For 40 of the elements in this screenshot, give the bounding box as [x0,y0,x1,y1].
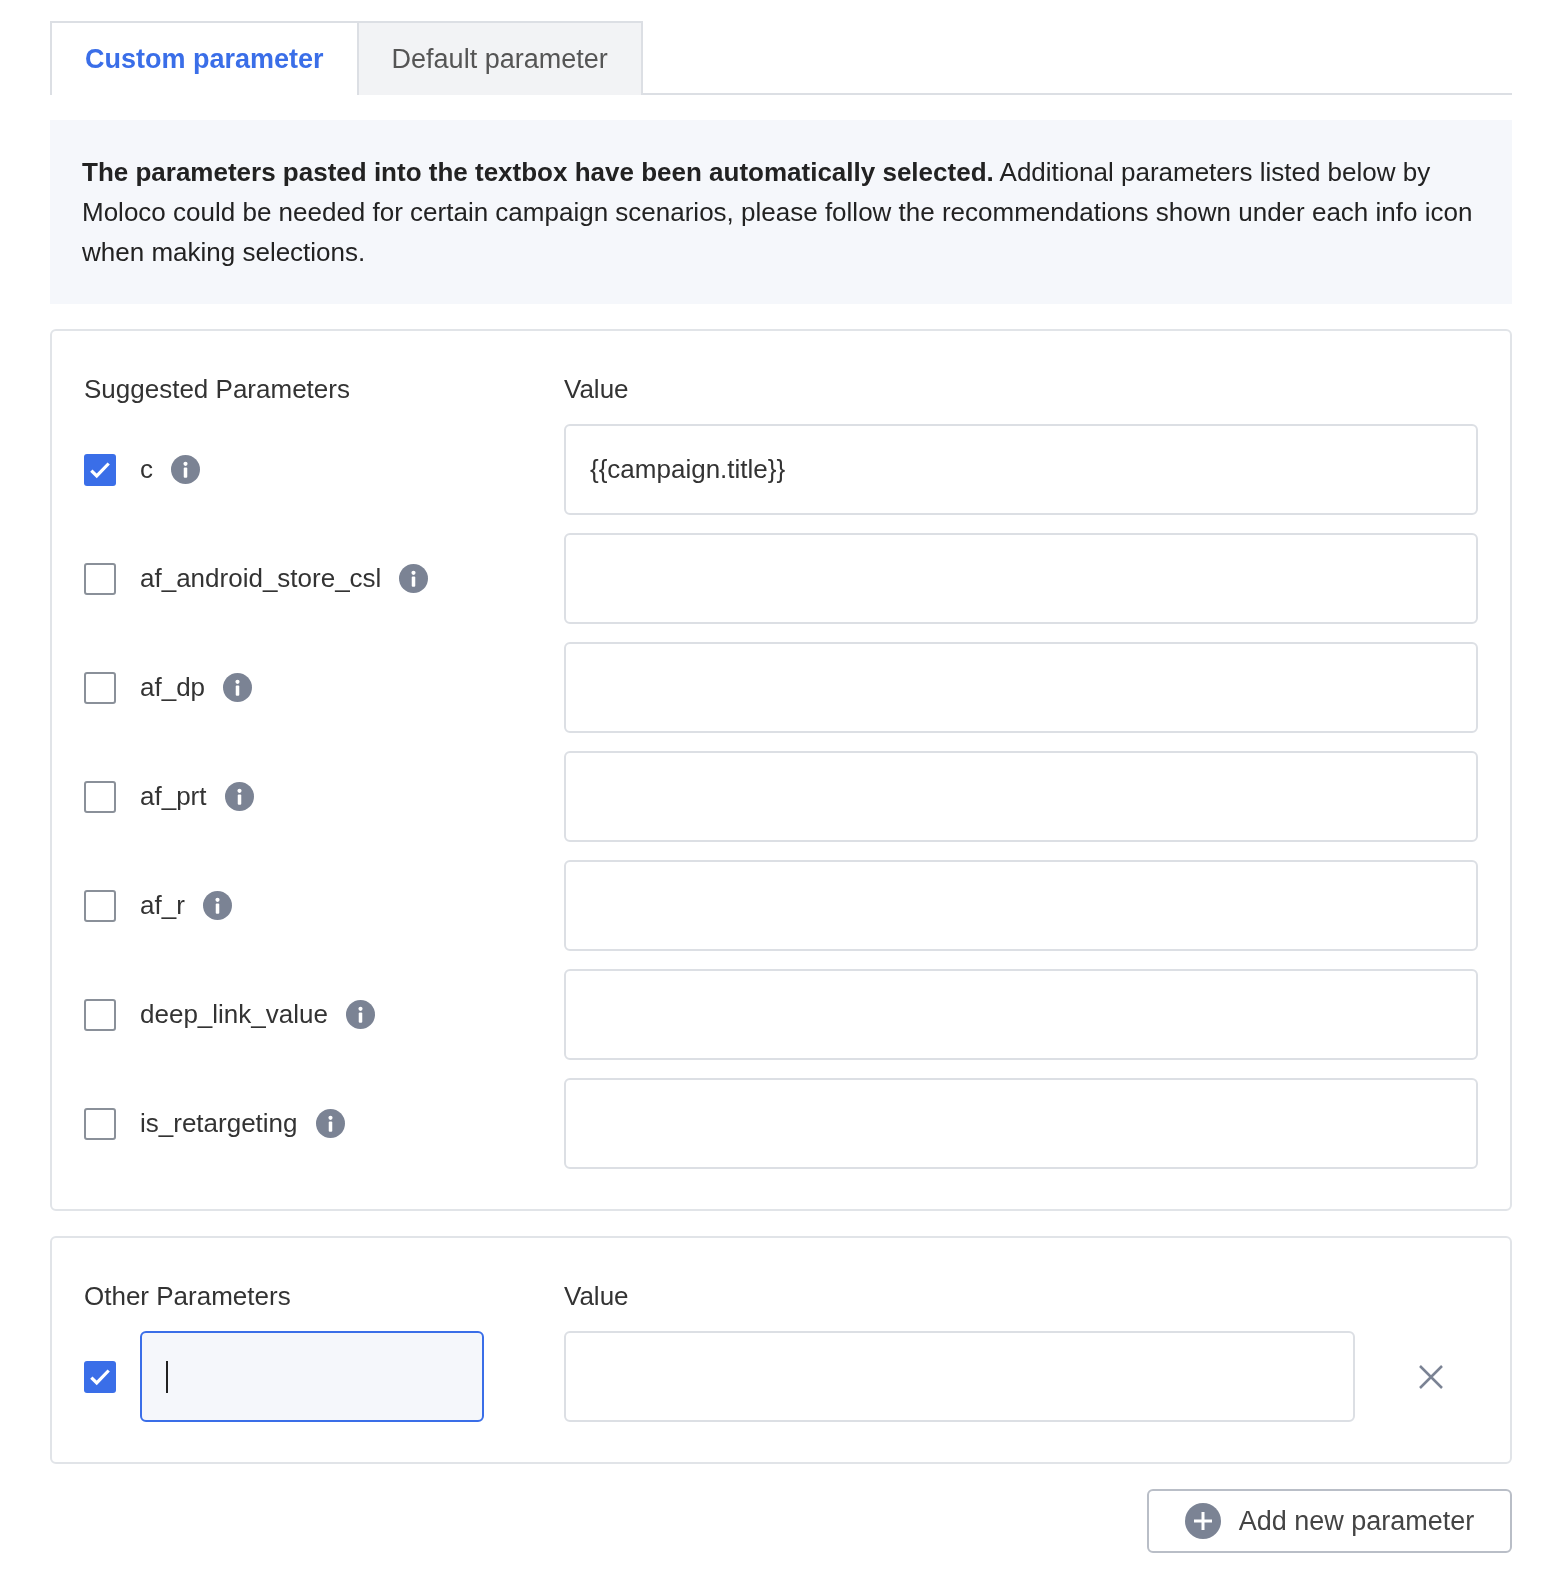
value-field[interactable] [564,969,1478,1060]
parameter-name: c [140,453,153,486]
checkbox[interactable] [84,562,116,595]
info-icon[interactable] [399,564,429,593]
checkbox[interactable] [84,889,116,922]
parameter-name-field[interactable] [140,1331,484,1422]
info-icon[interactable] [345,1000,375,1029]
value-field[interactable] [564,1331,1355,1422]
checkbox[interactable] [84,1107,116,1140]
checkbox[interactable] [84,671,116,704]
add-parameter-button[interactable]: Add new parameter [1147,1489,1512,1553]
tab[interactable]: Default parameter [358,21,643,95]
column-header: Other Parameters [84,1280,292,1313]
value-field[interactable]: {{campaign.title}} [564,424,1478,515]
value-field[interactable] [564,751,1478,842]
info-icon[interactable] [315,1109,345,1138]
info-icon[interactable] [202,891,232,920]
parameter-name: deep_link_value [140,998,328,1031]
checkbox[interactable] [84,1360,116,1393]
value-field[interactable] [564,533,1478,624]
value-field[interactable] [564,1078,1478,1169]
parameter-name: af_dp [140,671,206,704]
info-icon[interactable] [223,673,253,702]
checkbox[interactable] [84,780,116,813]
tab[interactable]: Custom parameter [50,21,359,95]
notice-text: The parameters pasted into the textbox have been automatically selected. Additional parameters listed below by Moloco could be needed for certain campaign scenarios, please follow the recommendations shown under each info icon when making selections. [82,156,1474,269]
checkbox[interactable] [84,998,116,1031]
parameter-name: af_prt [140,780,207,813]
column-header: Value [564,1280,629,1313]
info-icon[interactable] [224,782,254,811]
parameter-name: is_retargeting [140,1107,298,1140]
column-header: Suggested Parameters [84,373,351,406]
parameter-name: af_r [140,889,185,922]
checkbox[interactable] [84,453,116,486]
plus-icon [1184,1503,1221,1539]
value-field[interactable] [564,642,1478,733]
column-header: Value [564,373,629,406]
parameter-name: af_android_store_csl [140,562,382,595]
value-field[interactable] [564,860,1478,951]
info-icon[interactable] [171,455,200,484]
